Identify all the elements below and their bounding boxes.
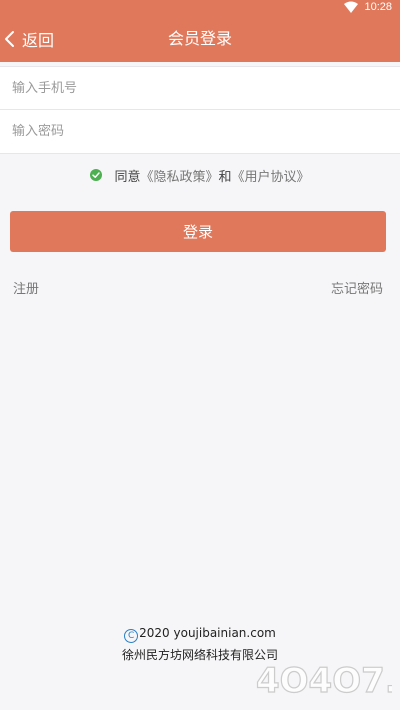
watermark-text: 4O4O7.com	[256, 661, 392, 701]
password-input[interactable]	[10, 123, 394, 140]
phone-input[interactable]	[10, 79, 394, 97]
user-agreement-link[interactable]: 《用户协议》	[232, 166, 310, 185]
status-bar: 10:28	[0, 0, 400, 15]
privacy-policy-link[interactable]: 《隐私政策》	[140, 166, 218, 185]
agreement-row: 同意 《隐私政策》 和 《用户协议》	[0, 165, 400, 185]
wifi-icon	[344, 1, 358, 13]
copyright-icon: C	[124, 629, 139, 643]
login-button[interactable]: 登录	[10, 211, 386, 252]
agreement-prefix: 同意	[114, 169, 141, 185]
watermark-logo: 4O4O7.com	[255, 660, 392, 701]
agreement-conjunction: 和	[218, 169, 232, 185]
back-button[interactable]: 返回	[2, 15, 72, 62]
login-form	[0, 66, 400, 154]
copyright-text: 2020 youjibainian.com	[139, 626, 276, 640]
register-link[interactable]: 注册	[13, 278, 39, 297]
chevron-left-icon	[5, 30, 14, 47]
forgot-password-link[interactable]: 忘记密码	[331, 278, 383, 297]
phone-field-row	[0, 66, 400, 110]
check-circle-icon[interactable]	[90, 169, 103, 181]
status-time: 10:28	[364, 1, 392, 13]
password-field-row	[0, 110, 400, 154]
back-label: 返回	[22, 30, 55, 50]
copyright-line: C 2020 youjibainian.com	[0, 626, 400, 643]
header-bar: 返回 会员登录	[0, 15, 400, 62]
